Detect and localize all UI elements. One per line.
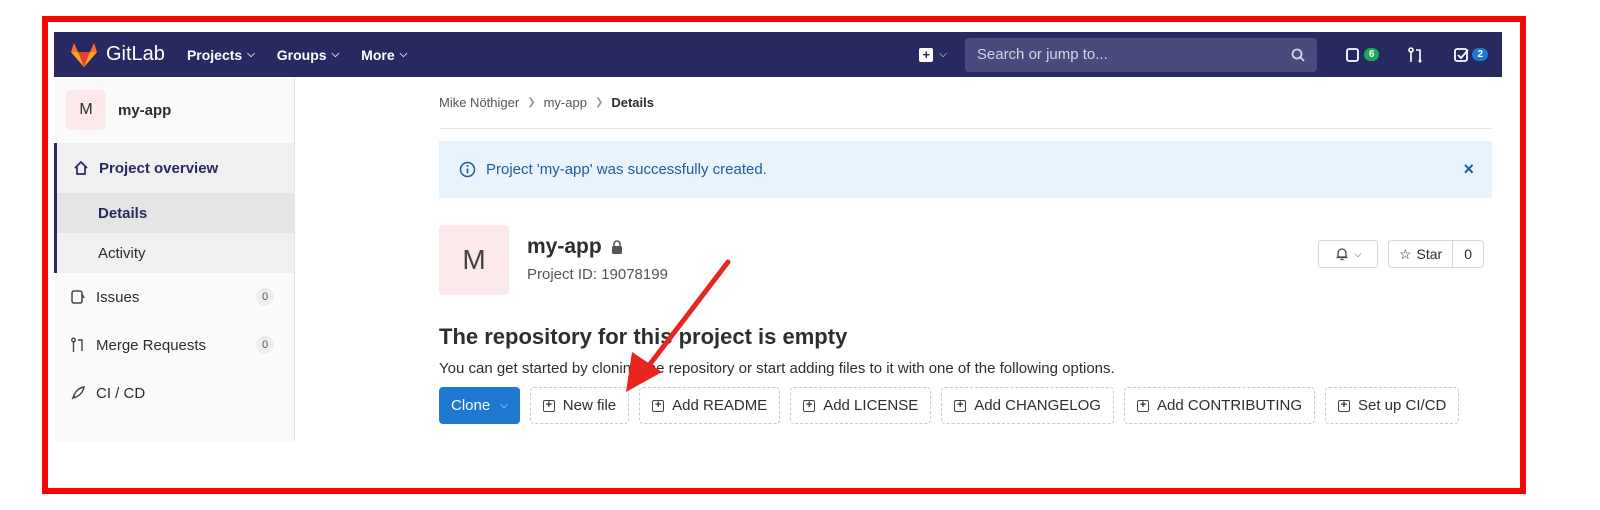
issues-count-badge: 6	[1363, 48, 1380, 61]
issues-count: 0	[256, 288, 274, 306]
close-icon[interactable]: ×	[1463, 159, 1474, 180]
plus-square-icon: +	[652, 399, 665, 412]
breadcrumb-project[interactable]: my-app	[544, 95, 587, 110]
new-file-button[interactable]: + New file	[529, 387, 630, 424]
project-header: M my-app Project ID: 19078199 ⌵ ☆ Star 0	[439, 225, 1492, 295]
nav-groups[interactable]: Groups ⌵	[277, 47, 339, 63]
project-actions: ⌵ ☆ Star 0	[1317, 240, 1484, 268]
sidebar-item-merge-requests[interactable]: Merge Requests 0	[54, 321, 294, 369]
nav-groups-label: Groups	[276, 46, 327, 63]
clone-button[interactable]: Clone ⌵	[439, 387, 520, 424]
info-circle-icon	[459, 161, 476, 178]
todos-count-badge: 2	[1472, 48, 1488, 61]
new-dropdown-button[interactable]: + ⌵	[919, 47, 947, 62]
add-readme-button[interactable]: + Add README	[639, 387, 781, 424]
bell-icon	[1336, 248, 1348, 261]
main-content: Mike Nöthiger ❯ my-app ❯ Details Project…	[439, 77, 1492, 442]
todo-icon	[1454, 47, 1470, 62]
plus-square-icon: +	[1338, 399, 1350, 412]
issues-icon	[71, 290, 85, 304]
chevron-right-icon: ❯	[527, 97, 536, 108]
clone-label: Clone	[451, 397, 491, 414]
chevron-down-icon: ⌵	[399, 49, 408, 60]
add-changelog-button[interactable]: + Add CHANGELOG	[941, 387, 1114, 424]
setup-ci-cd-button[interactable]: + Set up CI/CD	[1325, 387, 1460, 424]
sidebar-project-name: my-app	[118, 101, 172, 119]
success-flash-message: Project 'my-app' was successfully create…	[439, 141, 1492, 198]
notification-settings-button[interactable]: ⌵	[1317, 240, 1378, 268]
home-icon	[74, 160, 88, 175]
plus-square-icon: +	[542, 399, 555, 412]
chevron-right-icon: ❯	[594, 97, 604, 108]
breadcrumb: Mike Nöthiger ❯ my-app ❯ Details	[439, 77, 1492, 129]
nav-more-label: More	[361, 46, 395, 63]
lock-icon	[611, 240, 622, 254]
issues-icon	[1345, 47, 1359, 62]
button-label: New file	[562, 397, 617, 414]
nav-projects[interactable]: Projects ⌵	[187, 47, 255, 63]
sidebar-item-activity[interactable]: Activity	[57, 233, 294, 273]
search-icon	[1291, 48, 1305, 62]
brand-name: GitLab	[106, 43, 165, 65]
chevron-down-icon: ⌵	[939, 49, 947, 60]
project-avatar-large: M	[439, 225, 509, 295]
plus-square-icon: +	[1136, 399, 1149, 412]
breadcrumb-current: Details	[611, 95, 654, 110]
sidebar-item-label: Project overview	[99, 159, 219, 177]
breadcrumb-user[interactable]: Mike Nöthiger	[439, 95, 519, 110]
star-button-group: ☆ Star 0	[1387, 240, 1484, 268]
search-input[interactable]: Search or jump to...	[964, 37, 1317, 72]
chevron-down-icon: ⌵	[247, 49, 255, 60]
chevron-down-icon: ⌵	[1354, 248, 1362, 259]
project-overview-group: Project overview Details Activity	[54, 143, 294, 273]
plus-square-icon: +	[803, 399, 816, 412]
gitlab-logo-link[interactable]: GitLab	[70, 42, 165, 68]
sidebar-item-issues[interactable]: Issues 0	[54, 273, 294, 321]
flash-text: Project 'my-app' was successfully create…	[486, 161, 767, 178]
top-navbar: GitLab Projects ⌵ Groups ⌵ More ⌵ + ⌵ Searc…	[54, 32, 1502, 77]
merge-request-icon	[1408, 46, 1422, 62]
star-button[interactable]: ☆ Star	[1389, 241, 1454, 267]
star-count[interactable]: 0	[1453, 241, 1483, 267]
nav-projects-label: Projects	[186, 46, 243, 63]
empty-repo-title: The repository for this project is empty	[439, 324, 848, 349]
issues-nav-button[interactable]: 6	[1345, 46, 1380, 64]
plus-square-icon: +	[954, 399, 967, 412]
chevron-down-icon: ⌵	[500, 400, 508, 411]
empty-repo-description: You can get started by cloning the repos…	[439, 360, 1115, 377]
sidebar-project-header[interactable]: M my-app	[54, 77, 294, 143]
merge-request-icon	[71, 337, 83, 352]
project-sidebar: M my-app Project overview Details Activi…	[54, 77, 295, 442]
star-icon: ☆	[1398, 245, 1412, 262]
project-name: my-app	[527, 235, 602, 258]
project-avatar: M	[66, 90, 106, 130]
gitlab-tanuki-icon	[71, 42, 97, 67]
merge-requests-nav-button[interactable]	[1407, 46, 1425, 64]
add-license-button[interactable]: + Add LICENSE	[790, 387, 932, 424]
sidebar-item-label: Issues	[96, 288, 140, 306]
search-placeholder: Search or jump to...	[976, 46, 1108, 63]
button-label: Add README	[672, 397, 768, 414]
add-contributing-button[interactable]: + Add CONTRIBUTING	[1123, 387, 1315, 424]
nav-more[interactable]: More ⌵	[361, 47, 407, 63]
chevron-down-icon: ⌵	[331, 49, 340, 60]
button-label: Add LICENSE	[823, 397, 919, 414]
button-label: Set up CI/CD	[1358, 397, 1447, 414]
project-id: Project ID: 19078199	[527, 266, 668, 283]
merge-requests-count: 0	[256, 336, 274, 354]
button-label: Add CHANGELOG	[974, 397, 1101, 414]
rocket-icon	[71, 386, 85, 400]
sidebar-item-ci-cd[interactable]: CI / CD	[54, 369, 294, 417]
star-label: Star	[1416, 246, 1443, 262]
sidebar-item-details[interactable]: Details	[57, 193, 294, 233]
todos-nav-button[interactable]: 2	[1453, 46, 1488, 64]
sidebar-item-label: CI / CD	[96, 384, 146, 402]
empty-repo-actions: Clone ⌵ + New file + Add README + Add LICEN…	[439, 387, 1492, 424]
sidebar-item-project-overview[interactable]: Project overview	[57, 143, 294, 193]
gitlab-window: GitLab Projects ⌵ Groups ⌵ More ⌵ + ⌵ Searc…	[54, 32, 1502, 442]
plus-square-icon: +	[919, 47, 934, 62]
button-label: Add CONTRIBUTING	[1156, 397, 1302, 414]
sidebar-item-label: Merge Requests	[96, 336, 207, 354]
project-title: my-app	[527, 235, 623, 259]
